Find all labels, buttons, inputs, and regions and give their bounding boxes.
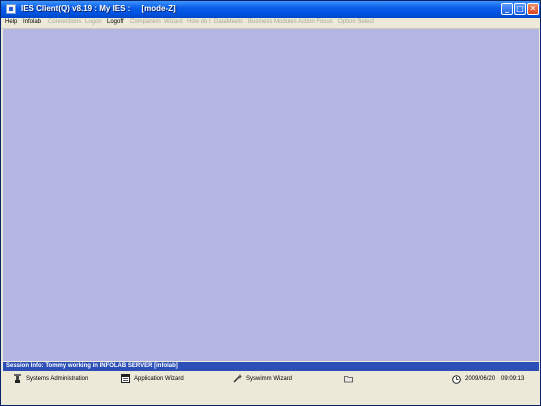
session-info-text: Session Info: Tommy working in INFOLAB S…: [6, 363, 178, 369]
app-icon: [6, 4, 16, 14]
shortcut-bar: Systems Administration Application Wizar…: [3, 371, 539, 387]
workspace-area[interactable]: [3, 29, 539, 361]
menu-bar: Help Infolab Connections Logon Logoff Co…: [1, 18, 540, 29]
menu-item-option-select[interactable]: Option Select: [338, 18, 374, 27]
status-date: 2009/06/20: [465, 376, 496, 382]
menu-item-help[interactable]: Help: [5, 18, 17, 27]
main-window: IES Client(Q) v8.19 : My IES : [mode-Z] …: [0, 0, 541, 406]
title-bar[interactable]: IES Client(Q) v8.19 : My IES : [mode-Z] …: [1, 1, 540, 18]
folder-icon: [344, 376, 353, 383]
syswimm-wizard-label: Syswimm Wizard: [246, 376, 292, 382]
syswimm-wizard-button[interactable]: Syswimm Wizard: [233, 373, 298, 385]
bottom-strip: [1, 389, 540, 405]
menu-item-wizard[interactable]: Wizard: [164, 18, 183, 27]
menu-item-infolab[interactable]: Infolab: [23, 18, 41, 27]
wrench-icon: [14, 374, 21, 383]
menu-item-companion[interactable]: Companion: [130, 18, 161, 27]
session-info-bar: Session Info: Tommy working in INFOLAB S…: [3, 362, 539, 371]
minimize-button[interactable]: _: [501, 3, 513, 15]
close-button[interactable]: ✕: [527, 3, 539, 15]
folder-button[interactable]: [344, 373, 354, 385]
menu-item-action-focus[interactable]: Action Focus: [298, 18, 333, 27]
menu-item-how-do-i[interactable]: How do I: [187, 18, 211, 27]
menu-item-logoff[interactable]: Logoff: [107, 18, 124, 27]
window-title: IES Client(Q) v8.19 : My IES : [mode-Z]: [21, 4, 176, 13]
systems-administration-button[interactable]: Systems Administration: [13, 373, 93, 385]
status-time: 09:09:13: [501, 376, 525, 382]
application-wizard-label: Application Wizard: [134, 376, 184, 382]
menu-item-connections[interactable]: Connections: [48, 18, 81, 27]
wand-icon: [233, 374, 242, 383]
application-wizard-button[interactable]: Application Wizard: [121, 373, 191, 385]
window-icon: [121, 374, 130, 383]
clock-icon: [452, 375, 461, 384]
menu-item-datameets[interactable]: DataMeets: [214, 18, 243, 27]
maximize-button[interactable]: □: [514, 3, 526, 15]
systems-administration-label: Systems Administration: [26, 376, 89, 382]
menu-item-logon[interactable]: Logon: [85, 18, 102, 27]
menu-item-business-modules[interactable]: Business Modules: [248, 18, 297, 27]
